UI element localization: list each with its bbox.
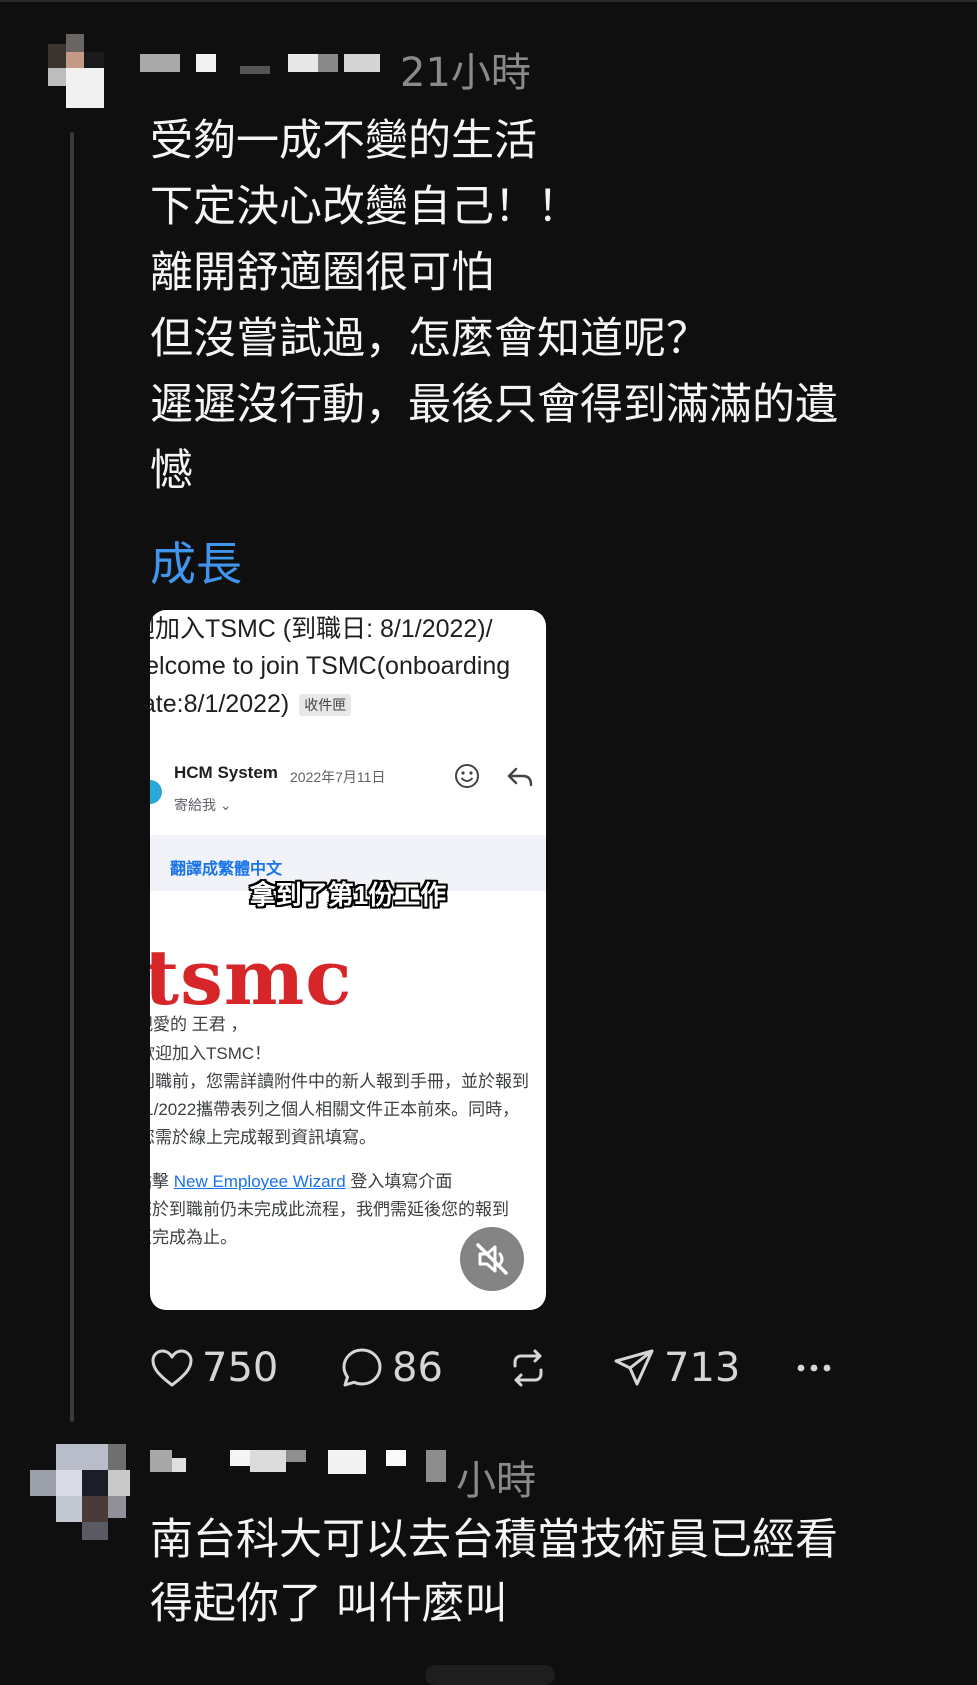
email-body-line: 到職前，您需詳讀附件中的新人報到手冊，並於報到 — [150, 1072, 529, 1091]
like-button[interactable]: 750 — [150, 1338, 278, 1398]
topic-tag[interactable]: 成長 — [150, 528, 242, 594]
speaker-muted-icon — [476, 1243, 508, 1275]
email-link-line: 請點擊 New Employee Wizard 登入填寫介面 — [150, 1168, 534, 1196]
repost-button[interactable] — [506, 1338, 550, 1398]
post-line: 憾 — [150, 446, 193, 496]
repost-icon — [513, 1349, 543, 1387]
username[interactable] — [140, 52, 400, 74]
email-subject-line: date:8/1/2022) — [150, 690, 290, 718]
comment-button[interactable]: 86 — [340, 1338, 443, 1398]
post-line: 受夠一成不變的生活 — [150, 116, 537, 166]
mute-button[interactable] — [460, 1227, 524, 1291]
send-paper-plane-icon — [614, 1349, 654, 1386]
inbox-badge: 收件匣 — [299, 694, 352, 717]
like-count: 750 — [202, 1345, 279, 1391]
email-sender: HCM System — [174, 763, 278, 782]
comment-count: 86 — [392, 1345, 443, 1391]
email-body-line: 您需於線上完成報到資訊填寫。 — [150, 1128, 376, 1147]
avatar[interactable] — [48, 34, 104, 108]
more-dots-icon — [797, 1364, 831, 1372]
video-caption: 拿到了第1份工作 — [249, 880, 447, 910]
emoji-icon — [455, 764, 479, 788]
post-video[interactable]: 迎加入TSMC (到職日: 8/1/2022)/ Welcome to join… — [150, 610, 546, 1310]
email-body-line: 若您於到職前仍未完成此流程，我們需延後您的報到 — [150, 1200, 509, 1219]
sender-avatar — [150, 780, 162, 804]
reply-line: 得起你了 叫什麼叫 — [150, 1579, 508, 1629]
post-actions: 750 86 713 — [150, 1338, 950, 1398]
email-link-suffix: 登入填寫介面 — [345, 1172, 453, 1191]
share-button[interactable]: 713 — [612, 1338, 740, 1398]
reply-arrow-icon — [507, 767, 533, 787]
email-body: 歡迎加入TSMC！ 到職前，您需詳讀附件中的新人報到手冊，並於報到 8/1/20… — [150, 1040, 534, 1252]
email-subject-line: Welcome to join TSMC(onboarding — [150, 652, 511, 680]
share-count: 713 — [664, 1345, 741, 1391]
reply-body: 南台科大可以去台積當技術員已經看 得起你了 叫什麼叫 — [150, 1508, 950, 1636]
reply-line: 南台科大可以去台積當技術員已經看 — [150, 1515, 838, 1565]
new-employee-wizard-link: New Employee Wizard — [173, 1172, 346, 1191]
post-line: 離開舒適圈很可怕 — [150, 248, 494, 298]
comment-bubble-icon — [342, 1348, 382, 1387]
email-recipient: 寄給我 ⌄ — [174, 797, 232, 813]
email-body-line: 歡迎加入TSMC！ — [150, 1044, 272, 1063]
reply-avatar[interactable] — [30, 1444, 130, 1544]
email-body-line: 8/1/2022攜帶表列之個人相關文件正本前來。同時， — [150, 1100, 520, 1119]
thread-line — [70, 132, 74, 1422]
home-indicator — [425, 1665, 555, 1685]
email-link-prefix: 請點擊 — [150, 1172, 169, 1191]
post-timestamp: 21小時 — [400, 50, 531, 96]
email-subject-line: 迎加入TSMC (到職日: 8/1/2022)/ — [150, 615, 493, 643]
post-line: 下定決心改變自己！！ — [150, 182, 580, 232]
heart-icon — [151, 1349, 193, 1387]
email-greeting: 親愛的 王君 ， — [150, 1015, 248, 1034]
post-body: 受夠一成不變的生活 下定決心改變自己！！ 離開舒適圈很可怕 但沒嘗試過，怎麼會知… — [150, 108, 940, 504]
post-line: 但沒嘗試過，怎麼會知道呢？ — [150, 314, 709, 364]
reply-timestamp: 小時 — [456, 1458, 536, 1504]
reply-username[interactable] — [150, 1446, 450, 1482]
top-divider — [0, 0, 977, 2]
post-line: 遲遲沒行動，最後只會得到滿滿的遺 — [150, 380, 838, 430]
more-options-button[interactable] — [796, 1338, 832, 1398]
tsmc-logo: tsmc — [150, 933, 353, 1022]
email-date: 2022年7月11日 — [290, 769, 386, 785]
